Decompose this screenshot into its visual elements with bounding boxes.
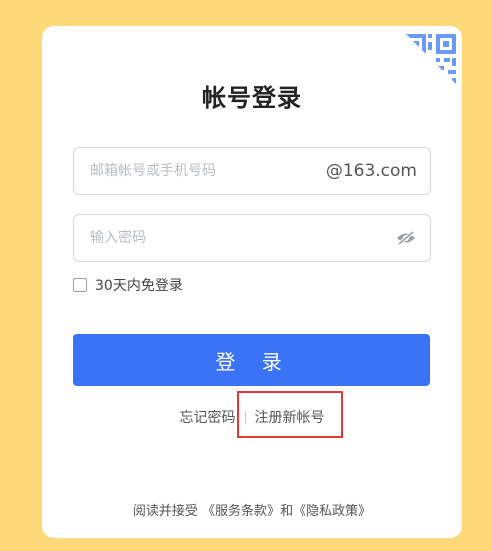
email-domain-suffix: @163.com	[325, 161, 417, 181]
auxiliary-links: 忘记密码 注册新帐号	[42, 407, 462, 427]
email-field-wrapper: @163.com	[73, 147, 431, 195]
register-link[interactable]: 注册新帐号	[255, 407, 325, 427]
link-divider	[244, 410, 246, 424]
remember-login-option[interactable]: 30天内免登录	[73, 276, 183, 294]
email-input[interactable]	[90, 148, 330, 194]
agreement-prefix: 阅读并接受	[132, 504, 198, 519]
agreement-conj: 和	[280, 504, 294, 519]
login-button[interactable]: 登 录	[73, 334, 430, 386]
privacy-policy-link[interactable]: 《隐私政策》	[293, 504, 371, 519]
terms-of-service-link[interactable]: 《服务条款》	[202, 504, 280, 519]
eye-closed-icon[interactable]	[396, 230, 416, 246]
forgot-password-link[interactable]: 忘记密码	[180, 407, 236, 427]
agreement-text: 阅读并接受 《服务条款》和《隐私政策》	[42, 500, 462, 519]
remember-checkbox[interactable]	[73, 278, 87, 292]
password-input[interactable]	[90, 215, 380, 261]
password-field-wrapper	[73, 214, 431, 262]
login-card: 帐号登录 @163.com 30天内免登录 登 录 忘记密码 注册新帐号 阅读并…	[42, 26, 462, 538]
page-title: 帐号登录	[202, 84, 302, 112]
remember-label: 30天内免登录	[95, 278, 183, 294]
